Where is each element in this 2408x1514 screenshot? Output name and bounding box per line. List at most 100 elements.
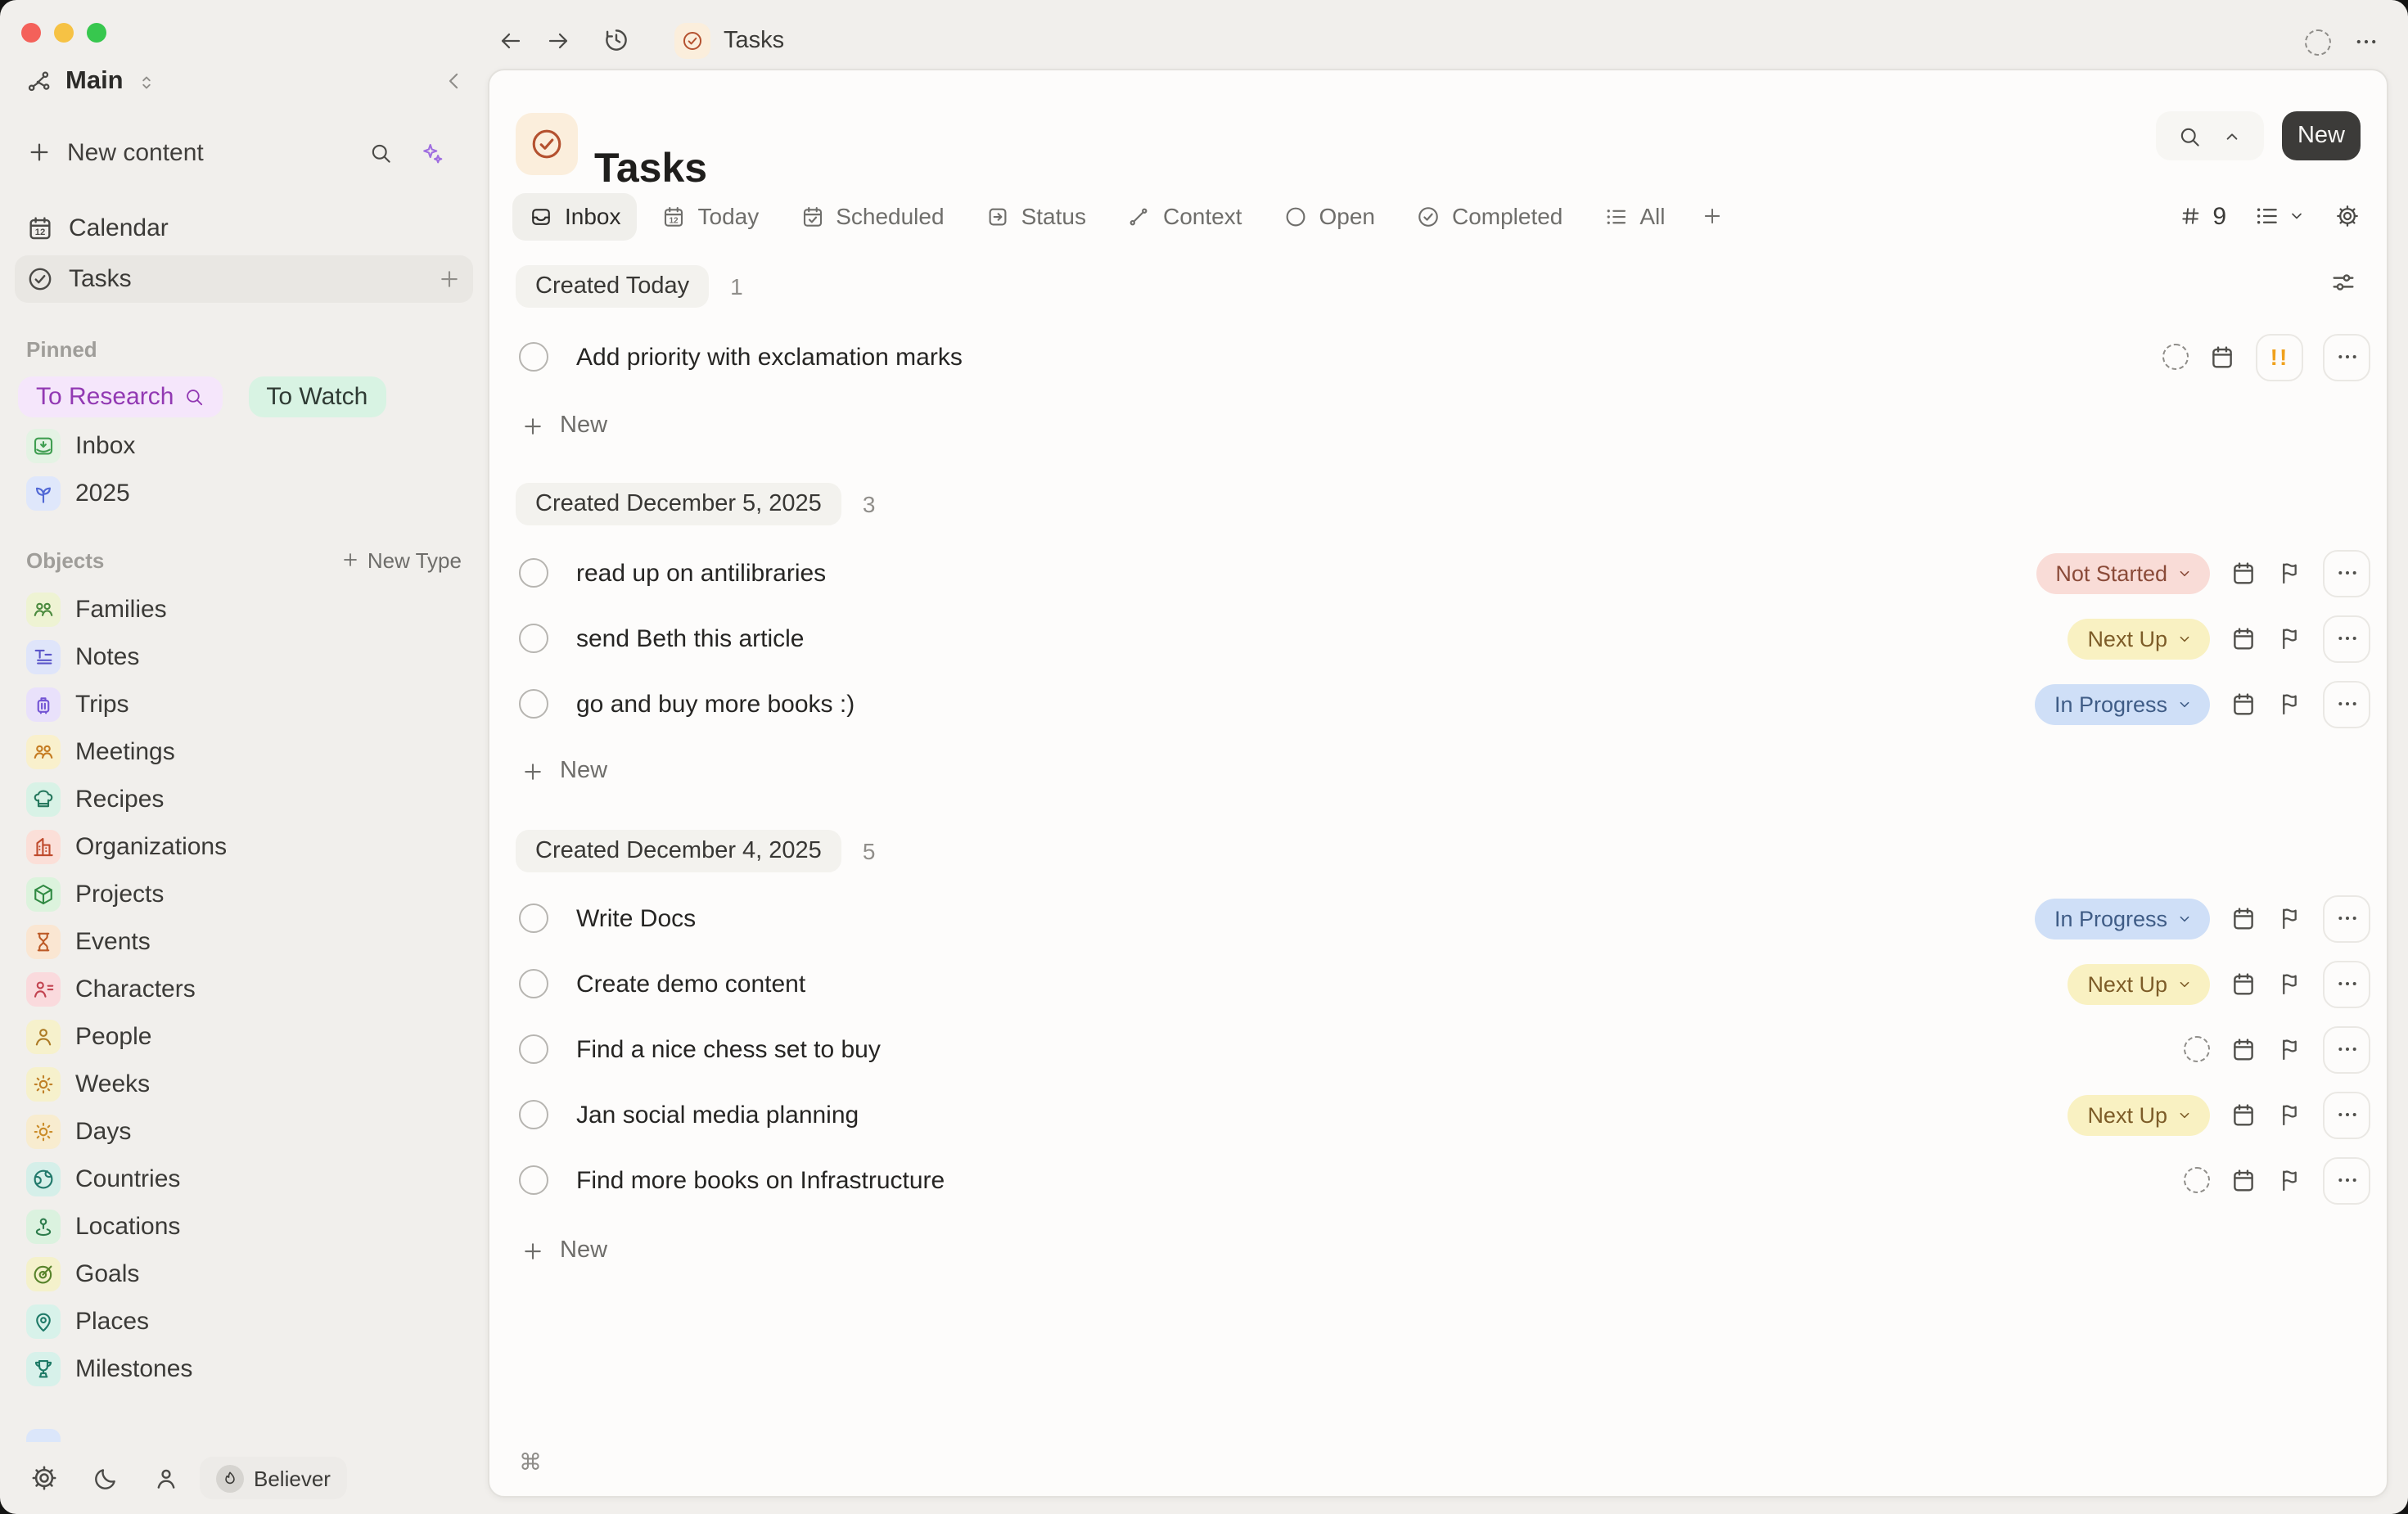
flag-icon[interactable] <box>2277 971 2303 997</box>
chevron-up-down-icon[interactable] <box>137 71 158 92</box>
sidebar-item-tasks[interactable]: Tasks <box>15 255 473 303</box>
more-button[interactable] <box>2323 680 2370 728</box>
sidebar-item-people[interactable]: People <box>0 1013 488 1061</box>
status-dashed-circle-icon[interactable] <box>2162 344 2189 370</box>
sidebar-item-countries[interactable]: Countries <box>0 1156 488 1203</box>
more-button[interactable] <box>2323 960 2370 1007</box>
status-dashed-circle-icon[interactable] <box>2184 1167 2210 1193</box>
status-badge[interactable]: In Progress <box>2035 683 2210 724</box>
pinned-item-to-research[interactable]: To Research <box>18 376 223 417</box>
sparkles-ai-icon[interactable] <box>419 140 444 164</box>
close-window-button[interactable] <box>21 23 41 43</box>
group-label[interactable]: Created December 5, 2025 <box>516 483 841 525</box>
add-task-row[interactable]: New <box>516 1218 2370 1283</box>
sidebar-item-meetings[interactable]: Meetings <box>0 728 488 776</box>
task-row[interactable]: Jan social media planning Next Up <box>516 1082 2370 1147</box>
sidebar-item-recipes[interactable]: Recipes <box>0 776 488 823</box>
sidebar-item-places[interactable]: Places <box>0 1298 488 1345</box>
flag-icon[interactable] <box>2277 905 2303 931</box>
add-task-row[interactable]: New <box>516 738 2370 804</box>
task-row[interactable]: read up on antilibraries Not Started <box>516 540 2370 606</box>
add-task-icon[interactable] <box>437 267 462 291</box>
search-icon[interactable] <box>2177 124 2202 148</box>
status-badge[interactable]: Next Up <box>2068 618 2210 659</box>
sidebar-item-days[interactable]: Days <box>0 1108 488 1156</box>
calendar-icon[interactable] <box>2208 343 2236 371</box>
task-row[interactable]: go and buy more books :) In Progress <box>516 671 2370 737</box>
task-row[interactable]: Add priority with exclamation marks !! <box>516 324 2370 390</box>
sidebar-item-organizations[interactable]: Organizations <box>0 823 488 871</box>
status-badge[interactable]: Next Up <box>2068 963 2210 1004</box>
sidebar-item-projects[interactable]: Projects <box>0 871 488 918</box>
filter-sliders-icon[interactable] <box>2329 268 2357 296</box>
status-dashed-circle-icon[interactable] <box>2184 1036 2210 1062</box>
flag-icon[interactable] <box>2277 625 2303 651</box>
status-badge[interactable]: In Progress <box>2035 898 2210 939</box>
status-badge[interactable]: Next Up <box>2068 1094 2210 1135</box>
tab-inbox[interactable]: Inbox <box>512 192 638 240</box>
sidebar-item-characters[interactable]: Characters <box>0 966 488 1013</box>
add-view-button[interactable] <box>1690 192 1736 240</box>
sidebar-item-locations[interactable]: Locations <box>0 1203 488 1250</box>
pinned-item-to-watch[interactable]: To Watch <box>248 376 386 417</box>
new-task-button[interactable]: New <box>2282 111 2361 160</box>
task-checkbox[interactable] <box>519 969 548 998</box>
sidebar-item-milestones[interactable]: Milestones <box>0 1345 488 1393</box>
task-checkbox[interactable] <box>519 1165 548 1195</box>
chevron-up-icon[interactable] <box>2221 125 2243 146</box>
calendar-icon[interactable] <box>2230 1166 2257 1194</box>
group-label[interactable]: Created December 4, 2025 <box>516 830 841 872</box>
sidebar-item-notes[interactable]: Notes <box>0 633 488 681</box>
task-row[interactable]: Find a nice chess set to buy <box>516 1016 2370 1082</box>
task-checkbox[interactable] <box>519 342 548 372</box>
tab-today[interactable]: Today <box>646 192 776 240</box>
task-row[interactable]: Find more books on Infrastructure <box>516 1147 2370 1213</box>
dark-mode-moon-icon[interactable] <box>92 1464 119 1492</box>
view-layout-selector[interactable] <box>2254 203 2307 229</box>
search-toggle[interactable] <box>2156 111 2264 160</box>
flag-icon[interactable] <box>2277 691 2303 717</box>
calendar-icon[interactable] <box>2230 1035 2257 1063</box>
more-button[interactable] <box>2323 894 2370 942</box>
more-button[interactable] <box>2323 1025 2370 1073</box>
tab-status[interactable]: Status <box>969 192 1103 240</box>
priority-badge[interactable]: !! <box>2256 333 2303 381</box>
more-button[interactable] <box>2323 333 2370 381</box>
calendar-icon[interactable] <box>2230 624 2257 652</box>
more-button[interactable] <box>2323 1091 2370 1138</box>
tab-all[interactable]: All <box>1587 192 1681 240</box>
maximize-window-button[interactable] <box>87 23 106 43</box>
flag-icon[interactable] <box>2277 560 2303 586</box>
flag-icon[interactable] <box>2277 1036 2303 1062</box>
forward-button[interactable] <box>545 28 571 54</box>
account-person-icon[interactable] <box>152 1464 180 1492</box>
sidebar-item-events[interactable]: Events <box>0 918 488 966</box>
plan-badge[interactable]: Believer <box>200 1457 347 1499</box>
sidebar-item-calendar[interactable]: Calendar <box>0 205 488 252</box>
pinned-item-inbox[interactable]: Inbox <box>0 424 488 466</box>
task-row[interactable]: Create demo content Next Up <box>516 951 2370 1016</box>
tab-completed[interactable]: Completed <box>1400 192 1579 240</box>
task-row[interactable]: send Beth this article Next Up <box>516 606 2370 671</box>
sidebar-item-families[interactable]: Families <box>0 586 488 633</box>
sync-status-button[interactable] <box>2305 29 2331 56</box>
task-checkbox[interactable] <box>519 558 548 588</box>
group-label[interactable]: Created Today <box>516 265 709 308</box>
task-checkbox[interactable] <box>519 903 548 933</box>
more-button[interactable] <box>2323 615 2370 662</box>
history-button[interactable] <box>602 26 630 54</box>
flag-icon[interactable] <box>2277 1102 2303 1128</box>
new-type-button[interactable]: New Type <box>341 547 462 572</box>
window-more-button[interactable] <box>2352 28 2380 56</box>
minimize-window-button[interactable] <box>54 23 74 43</box>
more-button[interactable] <box>2323 549 2370 597</box>
back-button[interactable] <box>498 28 524 54</box>
tab-open[interactable]: Open <box>1266 192 1391 240</box>
add-task-row[interactable]: New <box>516 393 2370 458</box>
workspace-switcher[interactable]: Main <box>0 62 488 101</box>
search-icon[interactable] <box>368 140 393 164</box>
tab-scheduled[interactable]: Scheduled <box>783 192 960 240</box>
open-tab[interactable]: Tasks <box>674 23 784 59</box>
pinned-item-2025[interactable]: 2025 <box>0 471 488 514</box>
sidebar-item-trips[interactable]: Trips <box>0 681 488 728</box>
